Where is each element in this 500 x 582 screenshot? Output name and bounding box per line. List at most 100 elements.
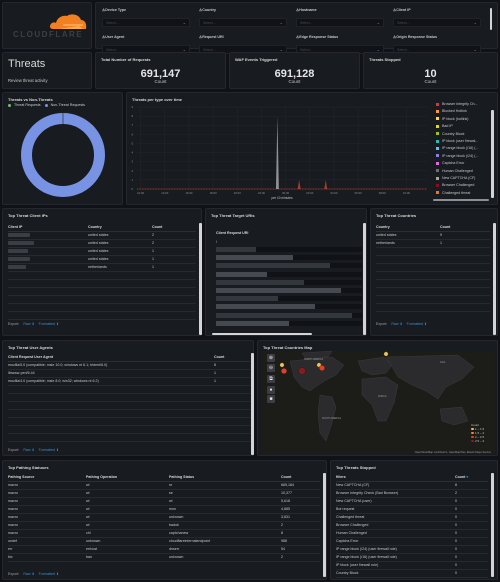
table-row[interactable]: New CAPTCHA (CF) 8 [336, 481, 488, 490]
column-header[interactable]: Client Request URI [216, 231, 248, 235]
legend-item[interactable]: IP block (user firewal... [436, 139, 478, 143]
draw-shape-button[interactable]: ■ [267, 395, 275, 403]
legend-item[interactable]: Human Challenged [436, 169, 473, 173]
legend-scrollbar[interactable] [491, 110, 494, 198]
column-header-sorted[interactable]: Count ▾ [455, 473, 488, 482]
table-row[interactable]: macro chl captchanew 8 [8, 529, 320, 538]
export-raw-link[interactable]: Raw ⬇ [23, 448, 34, 452]
legend-item[interactable]: Country Block [436, 132, 464, 136]
legend-item[interactable]: Challenged threat [436, 191, 470, 195]
column-header[interactable]: Client Request User Agent [8, 353, 214, 362]
export-formatted-link[interactable]: Formatted ⬇ [39, 322, 59, 326]
table-row[interactable]: bic ban unknown 2 [8, 553, 320, 562]
zoom-in-button[interactable]: ⊕ [267, 354, 275, 362]
redacted-uri-list [216, 247, 362, 329]
legend-item[interactable]: Browser Integrity Ch... [436, 102, 478, 106]
column-header[interactable]: filters [336, 473, 455, 482]
column-header[interactable]: Count [152, 223, 196, 232]
table-row[interactable]: netherlands 1 [8, 263, 196, 272]
filter-select[interactable]: Select... ⌄ [199, 18, 287, 27]
table-scrollbar[interactable] [363, 223, 366, 335]
column-header[interactable]: Pathing Operation [86, 473, 169, 482]
panel-title: Top Threat Target URIs [211, 213, 255, 218]
legend-hscrollbar[interactable] [433, 199, 489, 201]
filter-select[interactable]: Select... ⌄ [296, 18, 384, 27]
column-header[interactable]: Count [281, 473, 320, 482]
table-row[interactable]: Country Block 0 [336, 569, 488, 578]
legend-item[interactable]: IP range block (/16) (... [436, 146, 479, 150]
table-row[interactable]: macro wl badok 2 [8, 521, 320, 530]
zoom-out-button[interactable]: ⊖ [267, 364, 275, 372]
table-hscrollbar[interactable] [212, 333, 312, 335]
table-row[interactable]: Human Challenged 0 [336, 529, 488, 538]
table-scrollbar[interactable] [251, 353, 254, 455]
export-raw-link[interactable]: Raw ⬇ [23, 322, 34, 326]
table-row[interactable]: undef unknown cloudflareinternalendpoint 98… [8, 537, 320, 546]
table-row[interactable]: united states 1 [8, 247, 196, 256]
table-row[interactable]: united states 1 [8, 255, 196, 264]
table-row[interactable]: IP range block (/16) (user firewall rule… [336, 553, 488, 562]
column-header[interactable]: Client IP [8, 223, 88, 232]
table-row[interactable]: Browser Integrity Check (Bad Browser) 2 [336, 489, 488, 498]
filter-label: ⚠Origin Response Status [393, 35, 437, 39]
legend-item[interactable]: Bad IP [436, 124, 453, 128]
table-row[interactable]: united states 9 [376, 231, 490, 240]
legend-item[interactable]: New CAPTCHA (CF) [436, 176, 475, 180]
legend-item[interactable]: Browser Challenged [436, 183, 474, 187]
export-formatted-link[interactable]: Formatted ⬇ [39, 572, 59, 576]
column-header[interactable]: Country [88, 223, 152, 232]
table-row[interactable]: Captcha Error 0 [336, 537, 488, 546]
table-row[interactable]: Bot request 0 [336, 505, 488, 514]
legend-swatch [436, 191, 439, 195]
export-raw-link[interactable]: Raw ⬇ [23, 572, 34, 576]
world-map[interactable]: NORTH AMERICA SOUTH AMERICA AFRICA ASIA [262, 351, 495, 454]
column-header[interactable]: Pathing Status [169, 473, 281, 482]
redacted-uri [216, 247, 256, 252]
table-row[interactable]: mozilla/4.0 (compatible; msie 8.0; win32… [8, 377, 250, 386]
legend-item[interactable]: Blocked Hotlink [436, 109, 467, 113]
legend-item[interactable]: IP range block (/24) (... [436, 154, 479, 158]
cloudflare-wordmark: CLOUDFLARE [13, 30, 84, 39]
filter-select[interactable]: Select... ⌄ [102, 18, 190, 27]
table-row[interactable]: New CAPTCHA (user) 0 [336, 497, 488, 506]
export-formatted-link[interactable]: Formatted ⬇ [407, 322, 427, 326]
column-header[interactable]: Count [440, 223, 490, 232]
filters-scrollbar[interactable] [490, 8, 492, 30]
table-row[interactable]: netherlands 1 [376, 239, 490, 248]
table-scrollbar[interactable] [323, 473, 326, 577]
table-row[interactable]: Challenged threat 0 [336, 513, 488, 522]
export-links: Export: Raw ⬇ Formatted ⬇ [8, 572, 60, 576]
fit-bounds-button[interactable]: ⧉ [267, 375, 275, 383]
table-row[interactable]: united states 2 [8, 239, 196, 248]
empty-row [8, 295, 196, 304]
table-row[interactable]: macro wl unknown 3,831 [8, 513, 320, 522]
redacted-uri [216, 288, 341, 293]
table-row[interactable]: libwww-perl/6.44 1 [8, 369, 250, 378]
export-formatted-link[interactable]: Formatted ⬇ [39, 448, 59, 452]
column-header[interactable]: Count [214, 353, 250, 362]
empty-row [8, 409, 250, 418]
table-scrollbar[interactable] [199, 223, 202, 335]
table-row[interactable]: err errhost dnserr 54 [8, 545, 320, 554]
export-raw-link[interactable]: Raw ⬇ [391, 322, 402, 326]
column-header[interactable]: Country [376, 223, 440, 232]
table-row[interactable]: mozilla/5.0 (compatible; msie 10.0; wind… [8, 361, 250, 370]
draw-point-button[interactable]: ● [267, 386, 275, 394]
table-row[interactable]: macro wl nr 665,184 [8, 481, 320, 490]
table-scrollbar[interactable] [493, 223, 496, 335]
table-scrollbar[interactable] [491, 473, 494, 577]
table-row[interactable]: Browser Challenged 0 [336, 521, 488, 530]
map-attribution: OpenStreetMap contributors, OpenMapTiles… [414, 451, 491, 454]
legend-swatch [436, 146, 439, 150]
filter-label: ⚠Client IP [393, 8, 411, 12]
table-row[interactable]: macro wl mon 4,885 [8, 505, 320, 514]
filter-select[interactable]: Select... ⌄ [393, 18, 481, 27]
legend-item[interactable]: IP block (hotlink) [436, 117, 469, 121]
table-row[interactable]: united states 2 [8, 231, 196, 240]
legend-item[interactable]: Captcha Error [436, 161, 464, 165]
table-row[interactable]: macro wl se 10,377 [8, 489, 320, 498]
column-header[interactable]: Pathing Source [8, 473, 86, 482]
table-row[interactable]: IP range block (/24) (user firewall rule… [336, 545, 488, 554]
table-row[interactable]: macro wl wl 5,618 [8, 497, 320, 506]
table-row[interactable]: IP block (user firewall rule) 0 [336, 561, 488, 570]
